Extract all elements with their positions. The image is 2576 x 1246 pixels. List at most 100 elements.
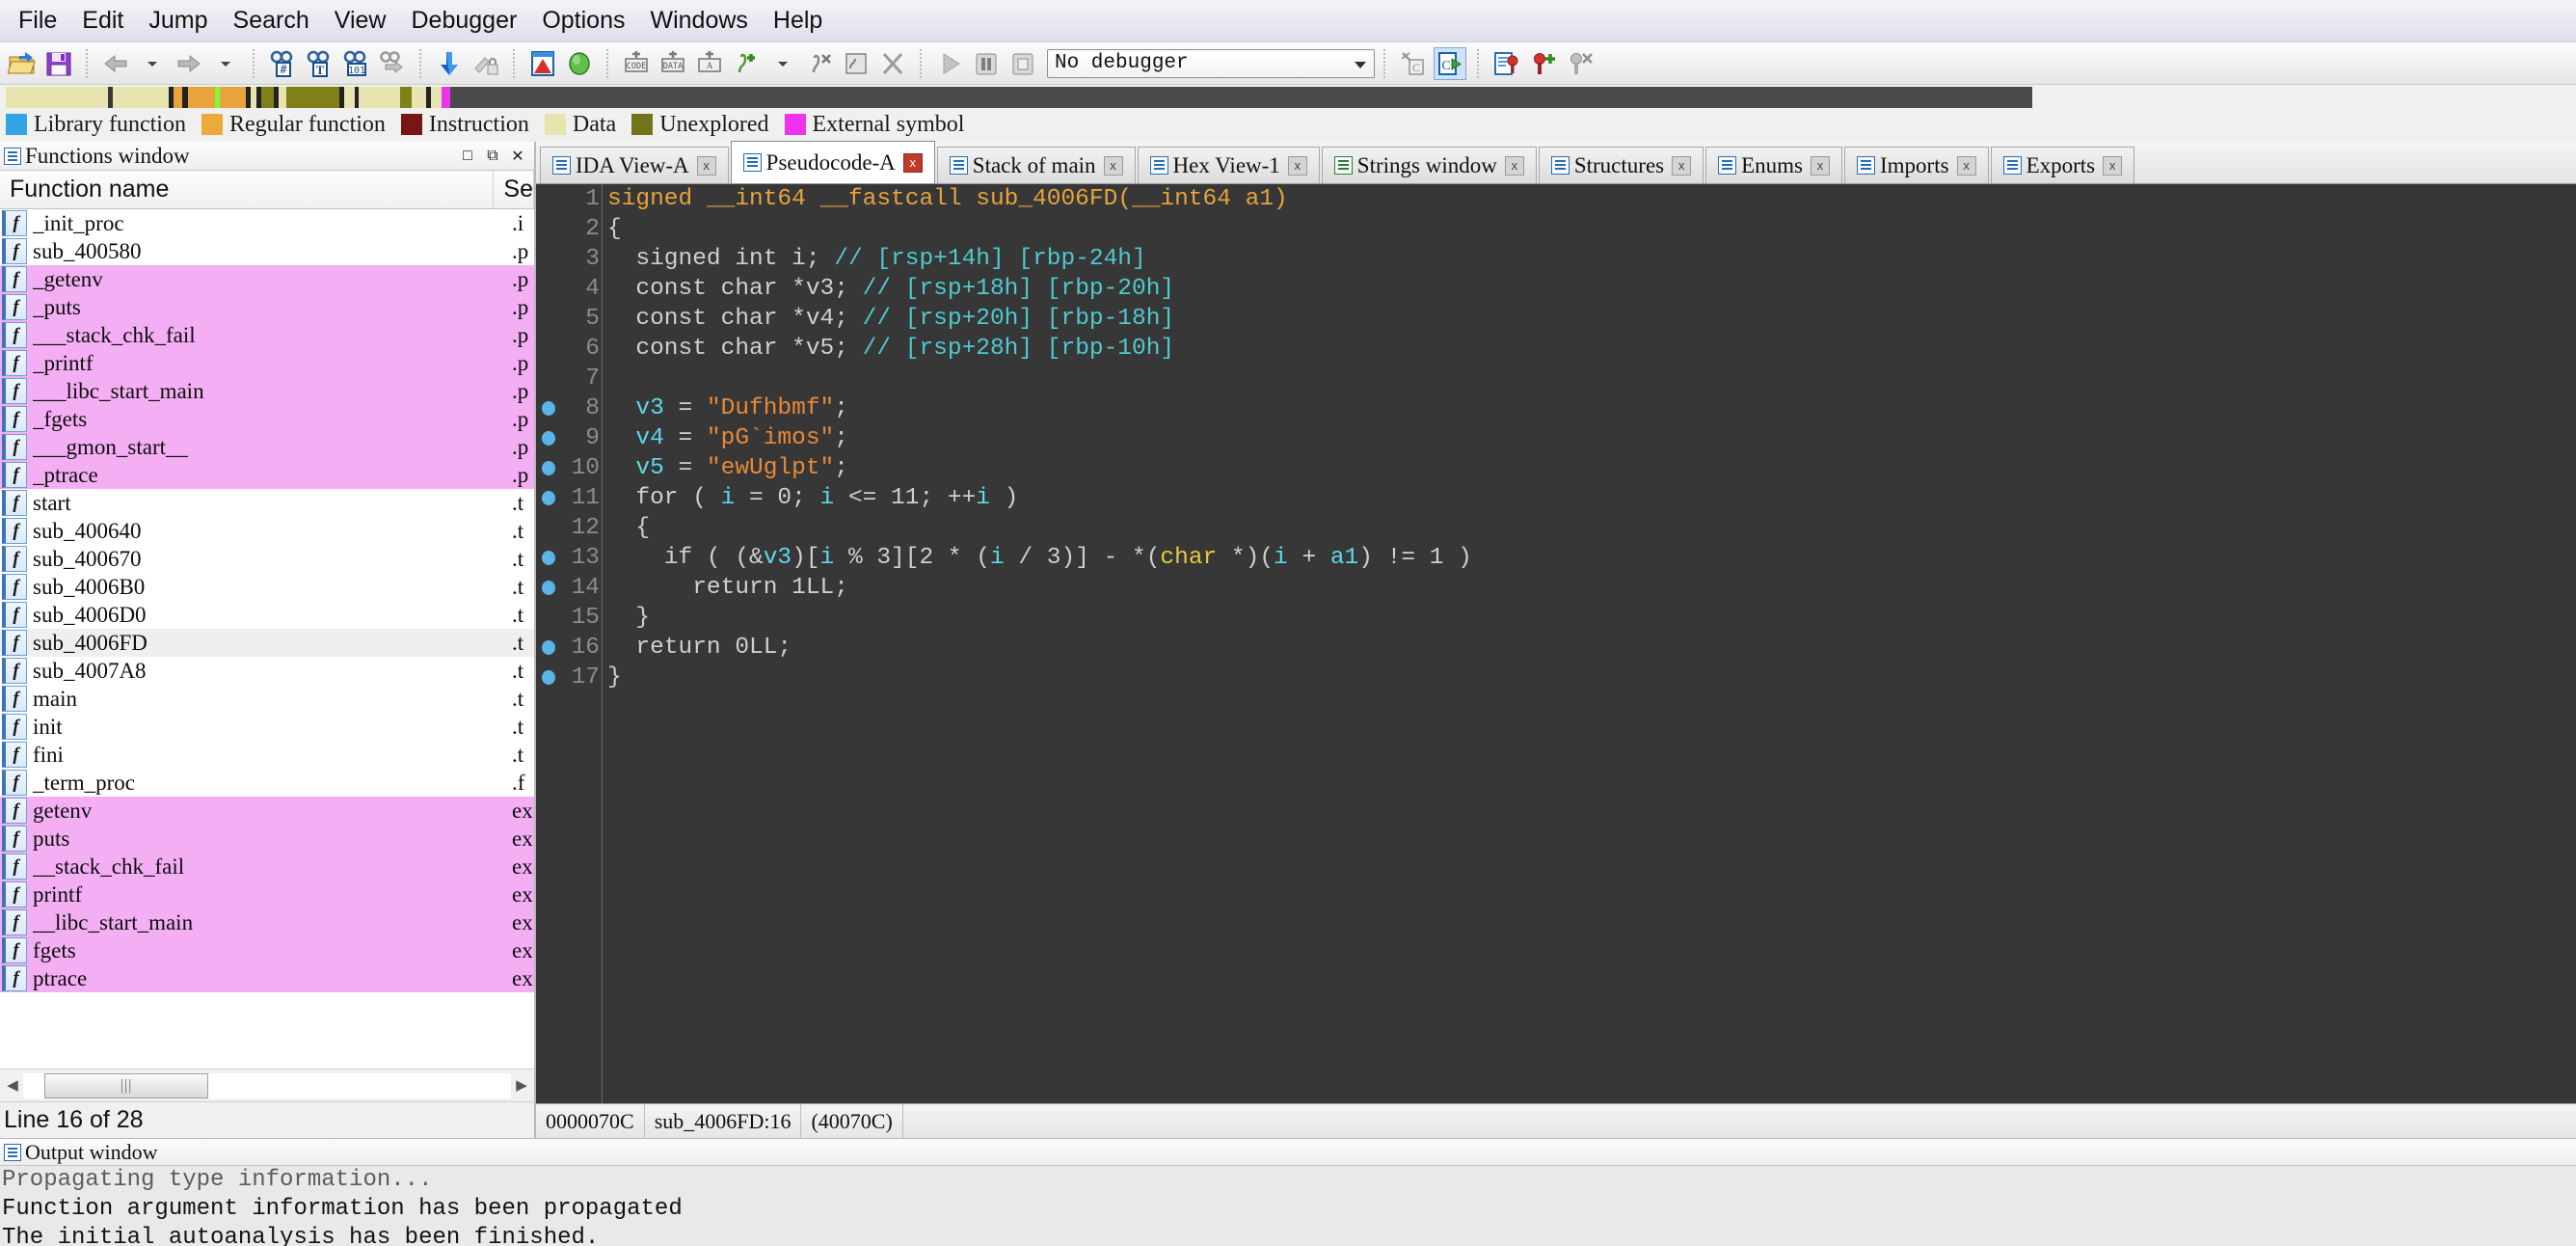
function-list-row[interactable]: f main .t [0, 685, 534, 713]
debug-run-icon[interactable] [933, 47, 966, 80]
tab-pseudocode-a[interactable]: Pseudocode-A x [730, 141, 935, 183]
menu-item-file[interactable]: File [6, 4, 69, 38]
code-line[interactable]: 13 if ( (&v3)[i % 3][2 * (i / 3)] - *(ch… [536, 543, 2576, 573]
function-list-row[interactable]: f sub_4007A8 .t [0, 657, 534, 685]
code-line[interactable]: 2{ [536, 214, 2576, 244]
search-next-icon[interactable] [376, 47, 409, 80]
tab-strings-window[interactable]: Strings window x [1321, 147, 1537, 183]
function-list-row[interactable]: f init .t [0, 713, 534, 741]
create-function-dropdown-icon[interactable] [766, 47, 799, 80]
menu-item-view[interactable]: View [322, 4, 399, 38]
function-list-row[interactable]: f fgets ex [0, 936, 534, 964]
breakpoint-marker[interactable] [536, 461, 561, 475]
add-breakpoint-icon[interactable] [1527, 47, 1560, 80]
function-list-row[interactable]: f sub_400670 .t [0, 545, 534, 573]
navigate-back-icon[interactable] [99, 47, 132, 80]
code-line[interactable]: 7 [536, 364, 2576, 393]
code-line[interactable]: 11 for ( i = 0; i <= 11; ++i ) [536, 483, 2576, 513]
menu-item-jump[interactable]: Jump [136, 4, 220, 38]
tab-close-icon[interactable]: x [1504, 155, 1524, 176]
function-list-row[interactable]: f getenv ex [0, 797, 534, 825]
function-list-row[interactable]: f _term_proc .f [0, 769, 534, 797]
create-function-icon[interactable] [730, 47, 763, 80]
breakpoint-marker[interactable] [536, 581, 561, 595]
function-list-row[interactable]: f _getenv .p [0, 265, 534, 293]
scroll-left-icon[interactable]: ◀ [2, 1073, 23, 1098]
function-list-row[interactable]: f ___libc_start_main .p [0, 377, 534, 405]
tab-hex-view-1[interactable]: Hex View-1 x [1137, 147, 1320, 183]
function-list-row[interactable]: f start .t [0, 489, 534, 517]
navigator-band[interactable] [0, 85, 2576, 110]
tab-close-icon[interactable]: x [696, 155, 716, 176]
scroll-thumb[interactable]: ||| [44, 1072, 208, 1098]
code-line[interactable]: 16 return 0LL; [536, 633, 2576, 663]
save-file-icon[interactable] [42, 47, 75, 80]
scroll-track[interactable]: ||| [23, 1072, 511, 1098]
navigate-forward-icon[interactable] [173, 47, 205, 80]
make-array-icon[interactable]: A [693, 47, 726, 80]
code-line[interactable]: 6 const char *v5; // [rsp+28h] [rbp-10h] [536, 334, 2576, 364]
delete-function-icon[interactable] [876, 47, 909, 80]
code-line[interactable]: 10 v5 = "ewUglpt"; [536, 453, 2576, 483]
code-line[interactable]: 8 v3 = "Dufhbmf"; [536, 393, 2576, 423]
tab-close-icon[interactable]: x [2103, 155, 2123, 176]
breakpoint-marker[interactable] [536, 431, 561, 446]
search-text-icon[interactable]: T [303, 47, 335, 80]
run-analysis-icon[interactable] [563, 47, 596, 80]
pseudocode-view[interactable]: 1 signed __int64 __fastcall sub_4006FD(__… [536, 184, 2576, 1103]
function-list-row[interactable]: f _ptrace .p [0, 461, 534, 489]
debug-pause-icon[interactable] [970, 47, 1003, 80]
make-data-icon[interactable]: DATA [657, 47, 689, 80]
code-line[interactable]: 5 const char *v4; // [rsp+20h] [rbp-18h] [536, 304, 2576, 334]
navigate-back-dropdown-icon[interactable] [136, 47, 169, 80]
menu-item-debugger[interactable]: Debugger [399, 4, 530, 38]
breakpoint-marker[interactable] [536, 670, 561, 685]
debugger-select[interactable]: No debugger [1047, 48, 1375, 78]
code-line[interactable]: 4 const char *v3; // [rsp+18h] [rbp-20h] [536, 274, 2576, 304]
tab-close-icon[interactable]: x [1287, 155, 1307, 176]
column-header-segment[interactable]: Se [494, 171, 534, 208]
tab-close-icon[interactable]: x [1956, 155, 1976, 176]
function-list-row[interactable]: f ___stack_chk_fail .p [0, 321, 534, 349]
set-function-end-icon[interactable] [840, 47, 872, 80]
code-line[interactable]: 9 v4 = "pG`imos"; [536, 423, 2576, 453]
functions-list[interactable]: f _init_proc .i f sub_400580 .p f _getenv .p f _pu… [0, 209, 534, 1069]
code-line[interactable]: 15 } [536, 603, 2576, 633]
function-list-row[interactable]: f puts ex [0, 825, 534, 853]
function-list-row[interactable]: f fini .t [0, 741, 534, 769]
function-list-row[interactable]: f sub_400640 .t [0, 517, 534, 545]
function-list-row[interactable]: f sub_4006FD .t [0, 629, 534, 657]
function-list-row[interactable]: f sub_400580 .p [0, 237, 534, 265]
tab-exports[interactable]: Exports x [1990, 147, 2135, 183]
tab-stack-of-main[interactable]: Stack of main x [936, 147, 1136, 183]
code-line[interactable]: 12 { [536, 513, 2576, 543]
code-line[interactable]: 3 signed int i; // [rsp+14h] [rbp-24h] [536, 244, 2576, 274]
make-code-icon[interactable]: CODE [620, 47, 653, 80]
menu-item-options[interactable]: Options [529, 4, 637, 38]
restore-icon[interactable]: ⧉ [480, 146, 505, 167]
function-list-row[interactable]: f ptrace ex [0, 964, 534, 992]
alert-icon[interactable] [526, 47, 559, 80]
code-line[interactable]: 17} [536, 663, 2576, 692]
decompile-off-icon[interactable]: C [1397, 47, 1430, 80]
search-bytes-icon[interactable]: 101 [339, 47, 372, 80]
breakpoint-list-icon[interactable] [1490, 47, 1523, 80]
decompile-icon[interactable]: C [1434, 46, 1466, 80]
close-icon[interactable]: ✕ [505, 146, 530, 167]
open-file-icon[interactable] [6, 47, 39, 80]
function-list-row[interactable]: f sub_4006B0 .t [0, 573, 534, 601]
navigate-forward-dropdown-icon[interactable] [209, 47, 242, 80]
function-list-row[interactable]: f _printf .p [0, 349, 534, 377]
function-list-row[interactable]: f printf ex [0, 880, 534, 908]
menu-item-help[interactable]: Help [761, 4, 835, 38]
breakpoint-marker[interactable] [536, 401, 561, 416]
maximize-icon[interactable]: □ [455, 146, 480, 167]
column-header-function-name[interactable]: Function name [0, 171, 495, 208]
function-list-row[interactable]: f __libc_start_main ex [0, 908, 534, 936]
function-list-row[interactable]: f _puts .p [0, 293, 534, 321]
tab-close-icon[interactable]: x [902, 152, 923, 173]
function-list-row[interactable]: f sub_4006D0 .t [0, 601, 534, 629]
tab-close-icon[interactable]: x [1811, 155, 1830, 176]
menu-item-edit[interactable]: Edit [69, 4, 136, 38]
navigator-strip[interactable] [6, 87, 2557, 108]
